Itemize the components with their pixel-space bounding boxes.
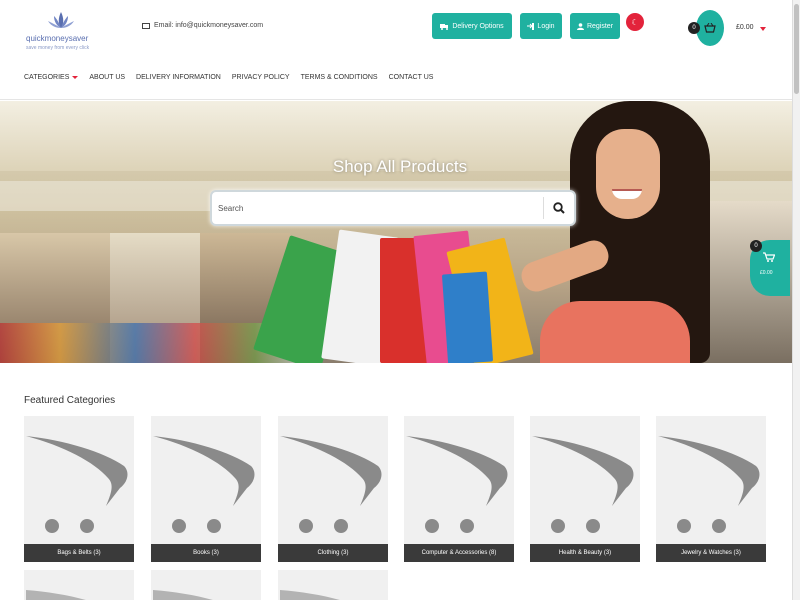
category-label: Bags & Belts (3): [24, 544, 134, 562]
turkey-flag-icon: ☾: [631, 17, 639, 27]
hero-banner: [0, 101, 792, 363]
nav-item-privacy-policy[interactable]: PRIVACY POLICY: [232, 74, 290, 81]
opencart-placeholder-icon: [278, 416, 388, 544]
page-scrollbar[interactable]: [792, 0, 800, 600]
opencart-placeholder-icon: [404, 416, 514, 544]
email-text: Email: info@quickmoneysaver.com: [154, 22, 264, 29]
category-label: Health & Beauty (3): [530, 544, 640, 562]
register-label: Register: [586, 22, 614, 30]
truck-icon: [440, 23, 449, 30]
nav-item-label: PRIVACY POLICY: [231, 74, 290, 81]
floating-cart-count: 0: [750, 240, 762, 252]
category-label: Computer & Accessories (8): [404, 544, 514, 562]
search-divider: [543, 197, 544, 219]
user-icon: [576, 22, 584, 30]
category-card[interactable]: [278, 570, 388, 600]
site-header: quickmoneysaver save money from every cl…: [0, 0, 792, 100]
header-cart-count: 0: [688, 22, 700, 34]
category-label: Clothing (3): [278, 544, 388, 562]
category-card[interactable]: [151, 570, 261, 600]
nav-item-label: TERMS & CONDITIONS: [300, 74, 378, 81]
nav-item-label: CATEGORIES: [24, 74, 70, 81]
nav-item-label: DELIVERY INFORMATION: [136, 74, 221, 81]
logo-name: quickmoneysaver: [26, 34, 89, 43]
opencart-placeholder-icon: [530, 416, 640, 544]
nav-item-label: ABOUT US: [89, 74, 126, 81]
site-logo[interactable]: quickmoneysaver save money from every cl…: [24, 10, 114, 51]
nav-item-delivery-information[interactable]: DELIVERY INFORMATION: [136, 74, 221, 81]
opencart-placeholder-icon: [151, 570, 261, 600]
basket-icon: [704, 23, 716, 33]
shopping-bags-image: [253, 221, 570, 363]
opencart-placeholder-icon: [278, 570, 388, 600]
sign-in-icon: [527, 22, 535, 30]
logo-tagline: save money from every click: [26, 45, 90, 51]
hero-title: Shop All Products: [332, 157, 468, 176]
category-card[interactable]: Jewelry & Watches (3): [656, 416, 766, 562]
search-icon: [553, 202, 565, 214]
opencart-placeholder-icon: [24, 416, 134, 544]
caret-down-icon: [72, 76, 79, 79]
category-card[interactable]: Computer & Accessories (8): [404, 416, 514, 562]
category-label: Jewelry & Watches (3): [656, 544, 766, 562]
scrollbar-thumb[interactable]: [794, 4, 799, 94]
featured-categories-title: Featured Categories: [24, 395, 116, 406]
nav-item-contact-us[interactable]: CONTACT US: [389, 74, 434, 81]
floating-cart-button[interactable]: 0 £0.00: [750, 240, 790, 296]
shopping-cart-icon: [763, 252, 775, 262]
nav-item-label: CONTACT US: [388, 74, 434, 81]
search-button[interactable]: [548, 197, 570, 219]
search-input[interactable]: [218, 199, 538, 217]
delivery-options-button[interactable]: Delivery Options: [432, 13, 512, 39]
opencart-placeholder-icon: [656, 416, 766, 544]
nav-item-about-us[interactable]: ABOUT US: [89, 74, 125, 81]
category-label: Books (3): [151, 544, 261, 562]
opencart-placeholder-icon: [151, 416, 261, 544]
category-card[interactable]: Clothing (3): [278, 416, 388, 562]
floating-cart-total: £0.00: [760, 270, 773, 276]
page: quickmoneysaver save money from every cl…: [0, 0, 792, 600]
login-label: Login: [537, 22, 555, 30]
category-card[interactable]: Books (3): [151, 416, 261, 562]
search-bar: [210, 190, 576, 226]
main-nav: CATEGORIES ABOUT US DELIVERY INFORMATION…: [24, 74, 444, 81]
lotus-logo-icon: [48, 12, 74, 28]
envelope-icon: [142, 22, 150, 29]
category-card[interactable]: Bags & Belts (3): [24, 416, 134, 562]
header-cart-total[interactable]: £0.00: [736, 24, 754, 31]
hero-model-face: [596, 129, 660, 219]
header-email[interactable]: Email: info@quickmoneysaver.com: [142, 22, 263, 29]
opencart-placeholder-icon: [24, 570, 134, 600]
nav-item-categories[interactable]: CATEGORIES: [24, 74, 79, 81]
category-card[interactable]: Health & Beauty (3): [530, 416, 640, 562]
header-cart-button[interactable]: [696, 10, 724, 46]
login-button[interactable]: Login: [520, 13, 562, 39]
cart-dropdown-caret-icon[interactable]: [760, 27, 766, 31]
language-flag-button[interactable]: ☾: [626, 13, 644, 31]
delivery-options-label: Delivery Options: [452, 22, 504, 30]
hero-model-top: [540, 301, 690, 363]
nav-item-terms-conditions[interactable]: TERMS & CONDITIONS: [301, 74, 378, 81]
category-card[interactable]: [24, 570, 134, 600]
register-button[interactable]: Register: [570, 13, 620, 39]
